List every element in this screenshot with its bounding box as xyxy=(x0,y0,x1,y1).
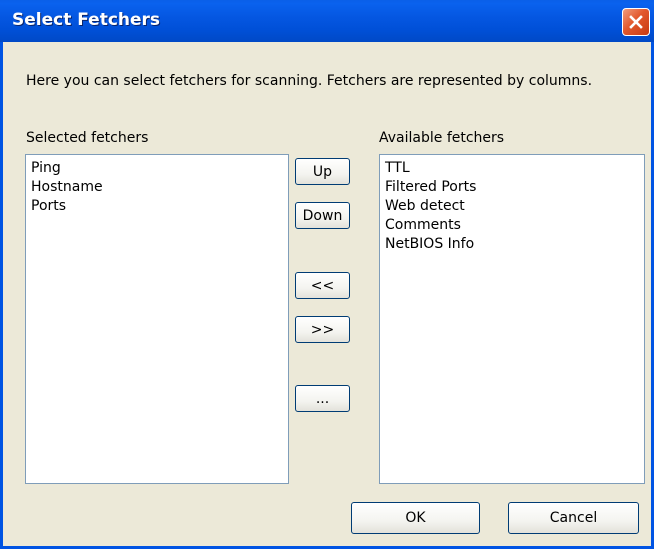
list-item[interactable]: Ports xyxy=(31,197,283,216)
list-item[interactable]: Web detect xyxy=(385,197,639,216)
down-button[interactable]: Down xyxy=(295,202,350,229)
selected-fetchers-label: Selected fetchers xyxy=(26,130,149,146)
list-item[interactable]: Filtered Ports xyxy=(385,178,639,197)
ok-button[interactable]: OK xyxy=(351,502,480,534)
close-icon xyxy=(629,15,643,29)
cancel-button[interactable]: Cancel xyxy=(508,502,639,534)
list-item[interactable]: TTL xyxy=(385,159,639,178)
close-button[interactable] xyxy=(622,8,650,36)
title-bar[interactable]: Select Fetchers xyxy=(0,0,654,42)
remove-fetcher-button[interactable]: >> xyxy=(295,316,350,343)
selected-fetchers-list[interactable]: Ping Hostname Ports xyxy=(25,154,289,484)
list-item[interactable]: Ping xyxy=(31,159,283,178)
window-title: Select Fetchers xyxy=(12,10,161,30)
fetcher-options-button[interactable]: ... xyxy=(295,385,350,412)
list-item[interactable]: NetBIOS Info xyxy=(385,235,639,254)
description-text: Here you can select fetchers for scannin… xyxy=(26,73,593,89)
available-fetchers-label: Available fetchers xyxy=(379,130,505,146)
up-button[interactable]: Up xyxy=(295,158,350,185)
available-fetchers-list[interactable]: TTL Filtered Ports Web detect Comments N… xyxy=(379,154,645,484)
add-fetcher-button[interactable]: << xyxy=(295,272,350,299)
list-item[interactable]: Comments xyxy=(385,216,639,235)
select-fetchers-dialog: Select Fetchers Here you can select fetc… xyxy=(0,0,654,549)
list-item[interactable]: Hostname xyxy=(31,178,283,197)
